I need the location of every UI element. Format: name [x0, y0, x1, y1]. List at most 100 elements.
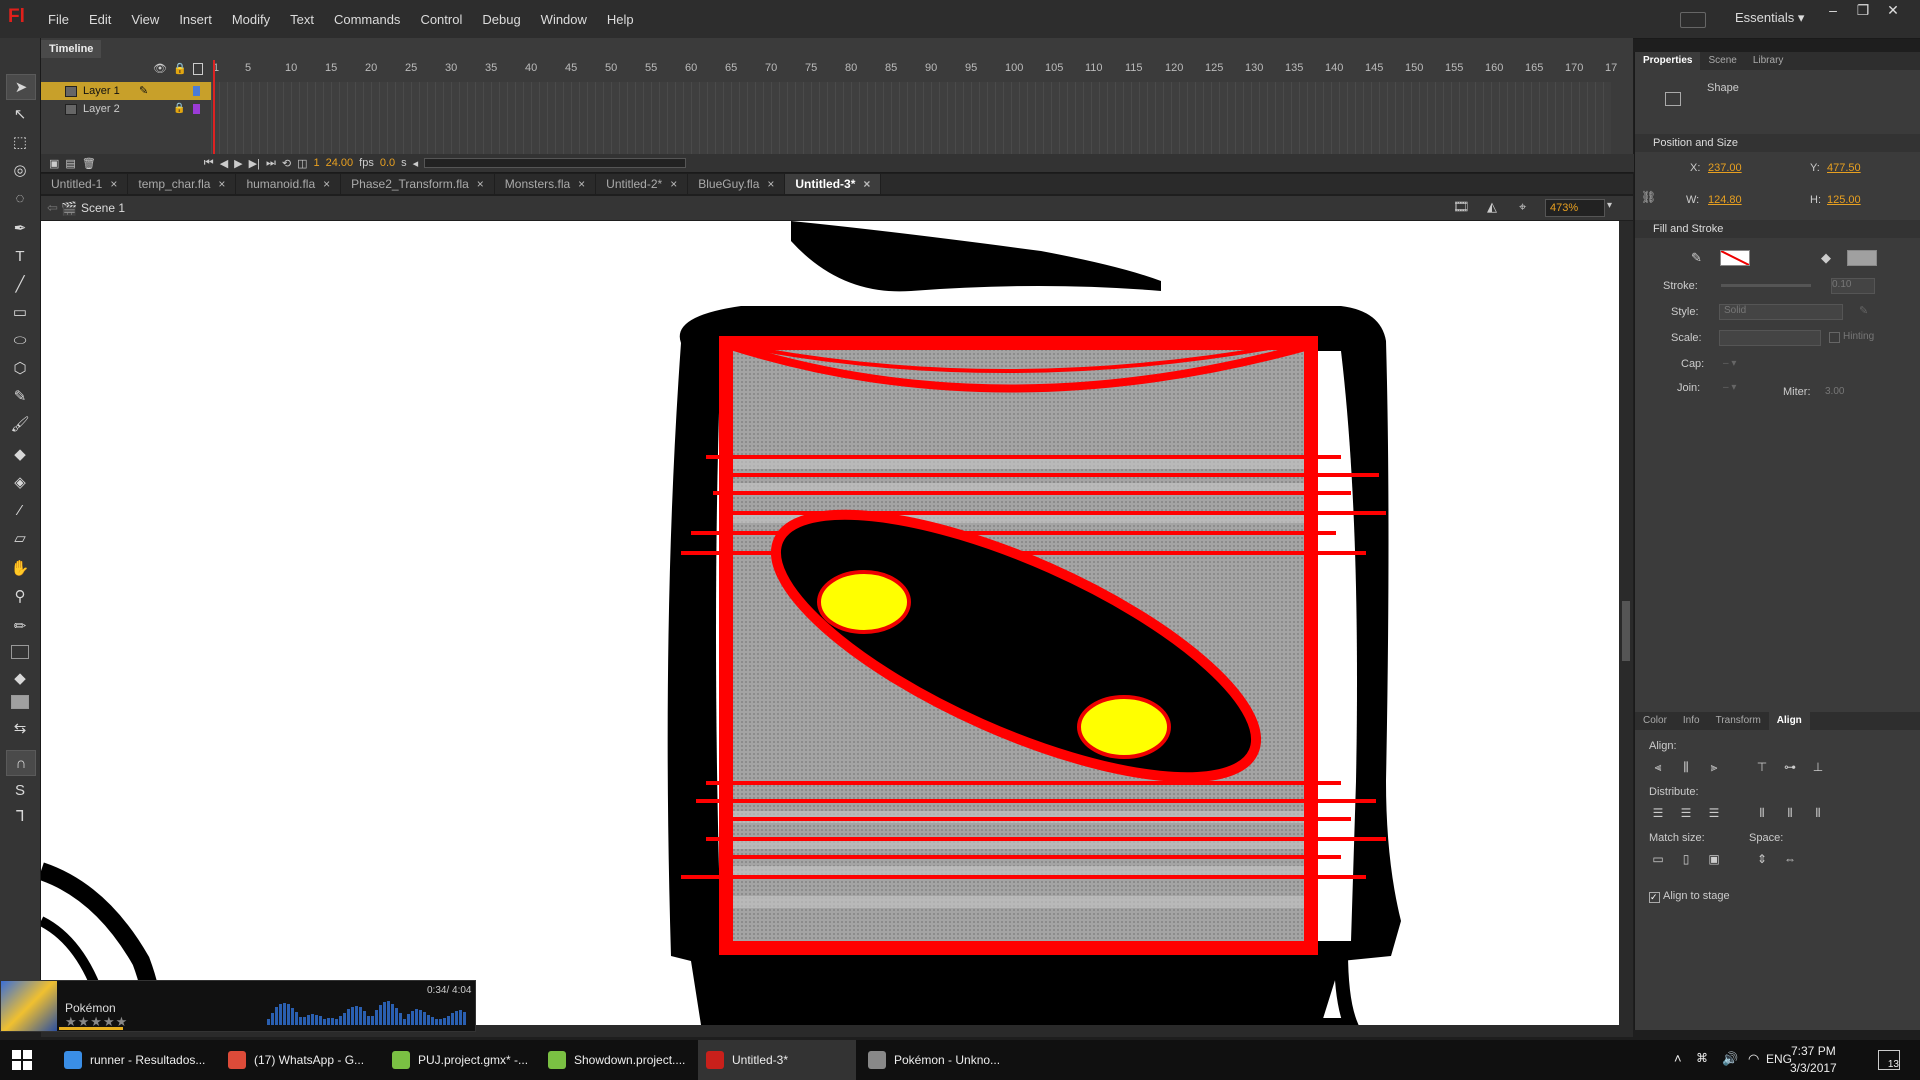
stroke-swatch[interactable] [6, 640, 34, 664]
layer-row[interactable]: Layer 1 ✎ [41, 82, 211, 100]
edit-style-icon[interactable]: ✎ [1859, 304, 1868, 317]
distribute-hcenter-icon[interactable]: ⦀ [1781, 806, 1799, 822]
x-value[interactable]: 237.00 [1708, 162, 1742, 174]
lasso-icon[interactable]: ◌ [6, 186, 34, 210]
document-tab[interactable]: BlueGuy.fla × [688, 174, 786, 194]
eye-icon[interactable]: 👁 [153, 62, 167, 75]
playback-progress[interactable] [59, 1027, 123, 1030]
fps-value[interactable]: 24.00 [326, 157, 354, 169]
menu-debug[interactable]: Debug [472, 12, 530, 27]
taskbar-app[interactable]: PUJ.project.gmx* -... [384, 1040, 542, 1080]
menu-window[interactable]: Window [531, 12, 597, 27]
outline-icon[interactable] [193, 63, 203, 75]
eyedropper-icon[interactable]: ⁄ [6, 498, 34, 522]
match-both-icon[interactable]: ▣ [1705, 852, 1723, 868]
next-frame-icon[interactable]: ▶| [249, 157, 260, 170]
prev-frame-icon[interactable]: ◀ [220, 157, 228, 170]
layer-color-swatch[interactable] [193, 104, 200, 114]
close-tab-icon[interactable]: × [670, 177, 677, 191]
stage-canvas[interactable] [41, 221, 1619, 1025]
align-right-icon[interactable]: ⫸ [1705, 760, 1723, 776]
taskbar-app[interactable]: Showdown.project.... [540, 1040, 698, 1080]
oval-tool-icon[interactable]: ⬭ [6, 328, 34, 352]
close-tab-icon[interactable]: × [110, 177, 117, 191]
scale-dropdown[interactable] [1719, 330, 1821, 346]
menu-insert[interactable]: Insert [169, 12, 222, 27]
center-stage-icon[interactable]: ⌖ [1519, 199, 1526, 215]
menu-control[interactable]: Control [410, 12, 472, 27]
paint-bucket-icon[interactable]: ◆ [6, 442, 34, 466]
layer-row[interactable]: Layer 2 🔒 [41, 100, 211, 118]
edit-symbols-icon[interactable]: ◭ [1487, 199, 1497, 215]
menu-file[interactable]: File [38, 12, 79, 27]
align-bottom-icon[interactable]: ⊥ [1809, 760, 1827, 776]
loop-icon[interactable]: ⟲ [282, 157, 291, 170]
zoom-tool-icon[interactable]: ⚲ [6, 584, 34, 608]
taskbar-app[interactable]: Untitled-3* [698, 1040, 856, 1080]
ink-bottle-icon[interactable]: ◈ [6, 470, 34, 494]
timeline-scrollbar[interactable] [424, 158, 687, 168]
workspace-switcher[interactable]: Essentials ▾ [1735, 10, 1804, 26]
space-horizontal-icon[interactable]: ⇔ [1781, 852, 1799, 868]
align-top-icon[interactable]: ⊤ [1753, 760, 1771, 776]
stroke-slider[interactable] [1721, 284, 1811, 287]
music-player-widget[interactable]: Pokémon 0:34/ 4:04 ★★★★★ [0, 980, 476, 1032]
close-tab-icon[interactable]: × [218, 177, 225, 191]
tab-color[interactable]: Color [1635, 712, 1675, 730]
playhead[interactable] [213, 60, 215, 162]
distribute-top-icon[interactable]: ☰ [1649, 806, 1667, 822]
w-value[interactable]: 124.80 [1708, 194, 1742, 206]
fill-color-swatch[interactable] [1847, 250, 1877, 266]
align-left-icon[interactable]: ⫷ [1649, 760, 1667, 776]
taskbar-app[interactable]: (17) WhatsApp - G... [220, 1040, 378, 1080]
tab-align[interactable]: Align [1768, 712, 1810, 730]
match-width-icon[interactable]: ▭ [1649, 852, 1667, 868]
new-folder-icon[interactable]: ▤ [65, 157, 75, 170]
close-icon[interactable]: ✕ [1878, 0, 1908, 20]
elapsed-time[interactable]: 0.0 [380, 157, 395, 169]
taskbar-app[interactable]: Pokémon - Unkno... [860, 1040, 1018, 1080]
onion-skin-icon[interactable]: ◫ [297, 157, 307, 170]
smooth-icon[interactable]: S [6, 778, 34, 802]
document-tab[interactable]: Monsters.fla × [495, 174, 597, 194]
y-value[interactable]: 477.50 [1827, 162, 1861, 174]
hand-tool-icon[interactable]: ✋ [6, 556, 34, 580]
document-tab[interactable]: Phase2_Transform.fla × [341, 174, 495, 194]
current-frame[interactable]: 1 [313, 157, 319, 169]
minimize-icon[interactable]: – [1818, 0, 1848, 20]
language-indicator[interactable]: ENG [1766, 1052, 1792, 1066]
line-tool-icon[interactable]: ╱ [6, 272, 34, 296]
selection-tool-icon[interactable]: ➤ [6, 74, 36, 100]
restore-icon[interactable]: ❐ [1848, 0, 1878, 20]
notifications-icon[interactable]: 13 [1878, 1050, 1900, 1070]
first-frame-icon[interactable]: ⏮ [204, 157, 214, 170]
zoom-field[interactable]: 473% [1545, 199, 1605, 217]
stroke-width-field[interactable]: 0.10 [1831, 278, 1875, 294]
scene-label[interactable]: Scene 1 [81, 201, 125, 215]
hinting-checkbox[interactable] [1829, 332, 1840, 343]
polystar-tool-icon[interactable]: ⬡ [6, 356, 34, 380]
pencil-tool-icon[interactable]: ✎ [6, 384, 34, 408]
lock-icon[interactable]: 🔒 [173, 62, 187, 75]
tab-transform[interactable]: Transform [1708, 712, 1769, 730]
rectangle-tool-icon[interactable]: ▭ [6, 300, 34, 324]
layer-color-swatch[interactable] [193, 86, 200, 96]
volume-icon[interactable]: 🔊 [1722, 1051, 1738, 1067]
menu-view[interactable]: View [121, 12, 169, 27]
close-tab-icon[interactable]: × [767, 177, 774, 191]
back-arrow-icon[interactable]: ⇦ [47, 200, 58, 216]
eraser-icon[interactable]: ▱ [6, 526, 34, 550]
edit-scene-icon[interactable]: 🎞 [1453, 199, 1470, 215]
text-tool-icon[interactable]: T [6, 244, 34, 268]
distribute-vcenter-icon[interactable]: ☰ [1677, 806, 1695, 822]
sync-icon[interactable] [1680, 12, 1706, 28]
windows-start-icon[interactable] [12, 1050, 32, 1070]
tab-library[interactable]: Library [1745, 52, 1792, 70]
new-layer-icon[interactable]: ▣ [49, 157, 59, 170]
join-dropdown[interactable]: – ▾ [1723, 382, 1736, 393]
network-icon[interactable]: ⌘ [1696, 1051, 1708, 1065]
scroll-thumb[interactable] [1622, 601, 1630, 661]
close-tab-icon[interactable]: × [863, 177, 870, 191]
frame-grid[interactable] [211, 82, 1611, 160]
fill-color-icon[interactable]: ◆ [6, 666, 34, 690]
